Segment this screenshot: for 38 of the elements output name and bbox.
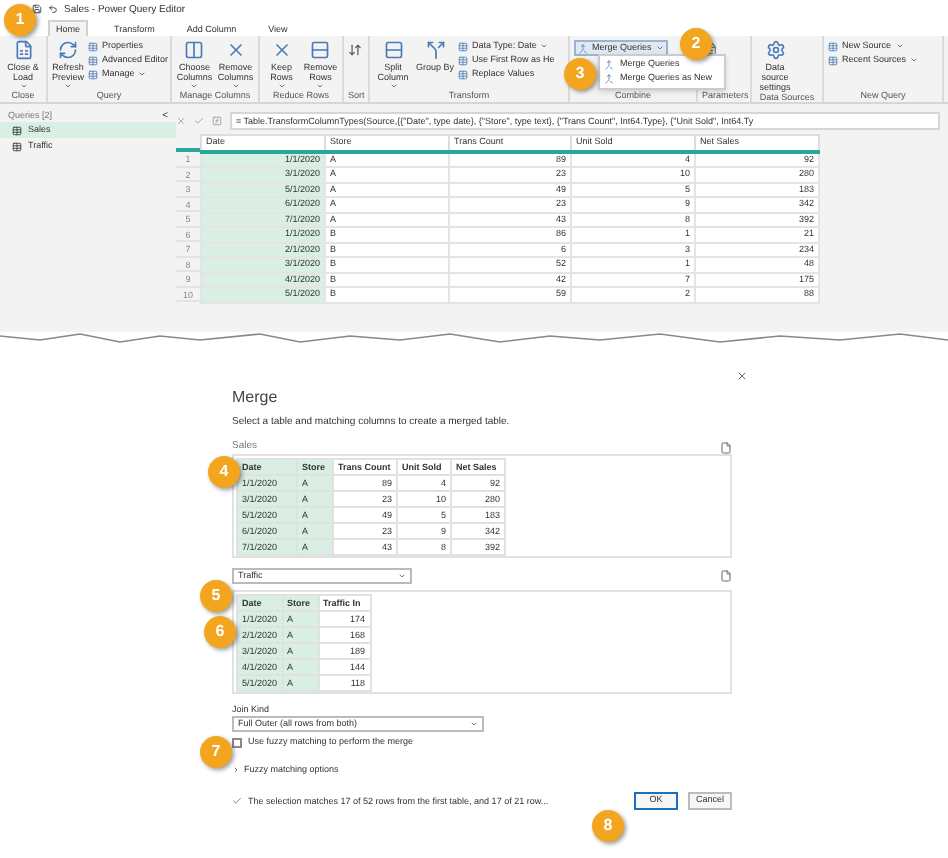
ribbon-icon — [58, 40, 78, 60]
ribbon-icon — [765, 40, 785, 60]
table-icon — [88, 41, 98, 51]
merge-icon — [578, 43, 588, 53]
sort-icon — [348, 40, 362, 60]
merge-icon — [604, 60, 614, 70]
undo-icon[interactable] — [48, 4, 58, 14]
callout-badge: 5 — [200, 580, 232, 612]
save-icon[interactable] — [32, 4, 42, 14]
check-icon — [232, 796, 242, 806]
callout-badge: 8 — [592, 810, 624, 842]
check-icon[interactable] — [194, 115, 204, 125]
ribbon-icon — [184, 40, 205, 60]
callout-badge: 4 — [208, 456, 240, 488]
callout-badge: 7 — [200, 736, 232, 768]
table-icon — [458, 41, 468, 51]
table-icon — [458, 69, 468, 79]
callout-badge: 6 — [204, 616, 236, 648]
ribbon-icon — [425, 40, 445, 60]
ribbon-icon — [310, 40, 331, 60]
merge-icon — [604, 74, 614, 84]
dialog-title: Merge — [232, 388, 280, 408]
ribbon-icon — [225, 40, 246, 60]
ribbon-icon — [271, 40, 292, 60]
table-icon — [828, 55, 838, 65]
checkbox[interactable] — [232, 737, 242, 747]
table-icon — [88, 55, 98, 65]
table-icon — [88, 69, 98, 79]
file-icon[interactable] — [720, 442, 732, 454]
close-icon[interactable] — [736, 370, 748, 382]
function-icon[interactable] — [212, 115, 222, 125]
ribbon-icon — [13, 40, 33, 60]
table-icon — [458, 55, 468, 65]
ribbon-icon — [383, 40, 403, 60]
file-icon[interactable] — [720, 570, 732, 582]
table-icon — [12, 141, 22, 151]
table-icon — [12, 125, 22, 135]
table-icon — [828, 41, 838, 51]
